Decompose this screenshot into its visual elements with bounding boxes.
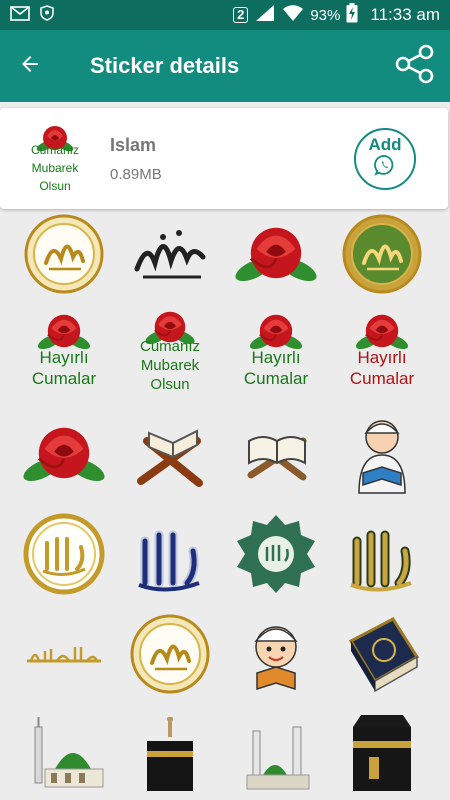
sticker-item[interactable] [226,405,326,503]
sticker-caption-line: Olsun [150,376,189,393]
share-button[interactable] [380,30,450,102]
sticker-item[interactable] [120,405,220,503]
sticker-item[interactable] [120,205,220,303]
battery-percent: 93% [310,6,341,24]
sim-slot-badge: 2 [233,7,249,23]
sticker-rose-text-image: Cumanız Mubarek Olsun [140,311,200,393]
back-button[interactable] [0,30,60,102]
sticker-pack-header: Cumanız Mubarek Olsun Islam 0.89MB Add [0,108,448,209]
sticker-boy-reading-image [358,420,406,494]
mail-icon [10,5,30,25]
signal-icon [254,4,276,26]
sticker-item[interactable] [14,505,114,603]
sticker-rose-text-image: Hayırlı Cumalar [32,314,97,388]
sticker-medallion-muhammad-image [130,614,210,694]
sticker-caption-line: Hayırlı [357,348,406,367]
sticker-mosque-minaret-image [246,726,310,790]
sticker-bismillah-image [27,647,101,663]
sticker-calligraphy-muhammad-image [134,230,206,279]
sticker-boy-cartoon-image [254,626,298,691]
arrow-back-icon [18,52,42,81]
app-bar: Sticker details [0,30,450,102]
tray-text-line-3: Olsun [39,179,70,193]
sticker-item[interactable] [226,505,326,603]
whatsapp-icon [374,154,396,181]
sticker-rose-text-image: Hayırlı Cumalar [244,314,309,388]
sticker-caption-line: Hayırlı [251,348,300,367]
pack-name: Islam [110,134,157,155]
sticker-item[interactable] [332,405,432,503]
sticker-item[interactable] [14,405,114,503]
page-title: Sticker details [90,53,240,78]
sticker-item[interactable] [14,605,114,703]
sticker-item[interactable] [226,605,326,703]
pack-size: 0.89MB [110,165,162,183]
sticker-caption-line: Cumalar [244,369,309,388]
pack-tray-icon: Cumanız Mubarek Olsun [0,109,110,209]
sticker-caption-line: Cumalar [350,369,415,388]
clock: 11:33 am [370,5,440,24]
sticker-medallion-allah-image [23,513,105,595]
sticker-open-book-image [247,436,307,481]
sticker-item[interactable] [14,705,114,800]
sticker-red-rose-image [235,227,317,282]
add-button-label: Add [368,135,402,154]
sticker-item[interactable] [120,505,220,603]
sticker-item[interactable] [120,705,220,800]
share-icon [394,43,436,90]
sticker-caption-line: Cumalar [32,369,97,388]
sticker-item[interactable] [14,205,114,303]
add-to-whatsapp-button[interactable]: Add [354,127,416,190]
sticker-rose-text-image: Hayırlı Cumalar [350,314,415,388]
wifi-icon [282,4,304,26]
tray-text-line-1: Cumanız [31,143,79,157]
sticker-item[interactable] [226,205,326,303]
tray-text-line-2: Mubarek [32,161,80,175]
sticker-item[interactable] [332,605,432,703]
sticker-kaaba-image [147,717,193,791]
sticker-calligraphy-allah-blue-image [138,530,200,592]
sticker-green-dome-mosque-image [34,717,104,788]
sticker-item[interactable]: Hayırlı Cumalar [332,305,432,403]
sticker-calligraphy-allah-gold-image [350,530,412,592]
sticker-item[interactable]: Hayırlı Cumalar [14,305,114,403]
sticker-grid: Hayırlı Cumalar Cumanız Mubarek Olsun Hayır… [14,205,436,800]
sticker-quran-book-image [348,617,420,693]
sticker-item[interactable]: Hayırlı Cumalar [226,305,326,403]
shield-icon [40,5,54,25]
sticker-medallion-muhammad-image [24,214,104,294]
sticker-item[interactable] [120,605,220,703]
sticker-kaaba-close-image [353,715,411,791]
status-bar: 2 93% 11:33 am [0,0,450,30]
sticker-medallion-muhammad-gold-image [342,214,422,294]
battery-charging-icon [346,3,358,27]
sticker-caption-line: Mubarek [141,357,200,374]
sticker-quran-stand-image [137,429,203,487]
sticker-item[interactable]: Cumanız Mubarek Olsun [120,305,220,403]
sticker-red-rose-image [23,427,105,482]
sticker-item[interactable] [226,705,326,800]
sticker-item[interactable] [332,205,432,303]
sticker-caption-line: Hayırlı [39,348,88,367]
sticker-green-medallion-image [237,515,315,593]
sticker-item[interactable] [332,705,432,800]
sticker-item[interactable] [332,505,432,603]
sticker-caption-line: Cumanız [140,338,200,355]
